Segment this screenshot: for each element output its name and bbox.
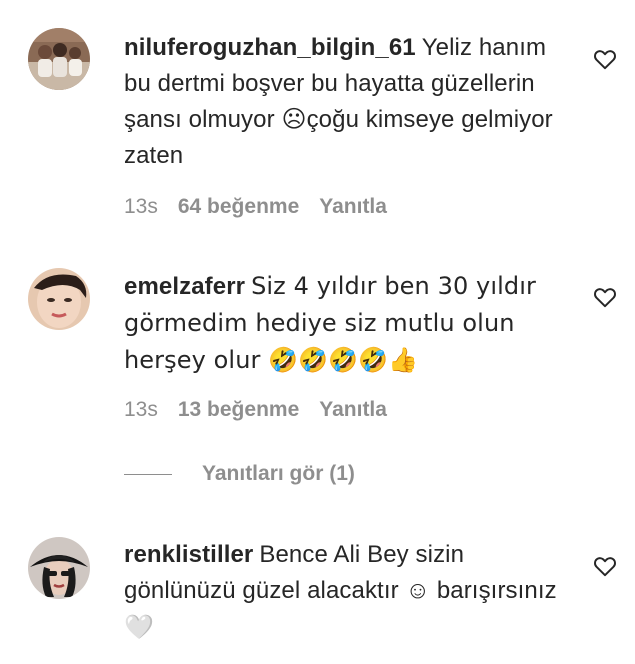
comment-text: niluferoguzhan_bilgin_61 Yeliz hanım bu d… bbox=[124, 30, 564, 174]
comment-text: emelzaferr Siz 4 yıldır ben 30 yıldır gör… bbox=[124, 268, 564, 379]
replies-divider bbox=[124, 473, 172, 475]
like-heart-icon[interactable] bbox=[592, 284, 618, 310]
avatar[interactable] bbox=[28, 537, 90, 599]
comment-username[interactable]: emelzaferr bbox=[124, 273, 245, 300]
comment-meta: 13s 64 beğenme Yanıtla bbox=[124, 195, 407, 219]
view-replies-label[interactable]: Yanıtları gör (1) bbox=[202, 462, 355, 486]
view-replies-button[interactable]: Yanıtları gör (1) bbox=[124, 462, 355, 486]
likes-count[interactable]: 64 beğenme bbox=[178, 195, 299, 218]
reply-button[interactable]: Yanıtla bbox=[319, 195, 387, 218]
likes-count[interactable]: 13 beğenme bbox=[178, 398, 299, 421]
comment-username[interactable]: renklistiller bbox=[124, 541, 253, 568]
reply-button[interactable]: Yanıtla bbox=[319, 398, 387, 421]
comment-meta: 13s 13 beğenme Yanıtla bbox=[124, 398, 407, 422]
avatar[interactable] bbox=[28, 268, 90, 330]
comment-time: 13s bbox=[124, 398, 158, 421]
white-heart-emoji: 🤍 bbox=[124, 613, 154, 641]
comment-time: 13s bbox=[124, 195, 158, 218]
like-heart-icon[interactable] bbox=[592, 46, 618, 72]
comment-username[interactable]: niluferoguzhan_bilgin_61 bbox=[124, 34, 416, 61]
avatar[interactable] bbox=[28, 28, 90, 90]
comment-text: renklistiller Bence Ali Bey sizin gönlünü… bbox=[124, 537, 564, 646]
like-heart-icon[interactable] bbox=[592, 553, 618, 579]
